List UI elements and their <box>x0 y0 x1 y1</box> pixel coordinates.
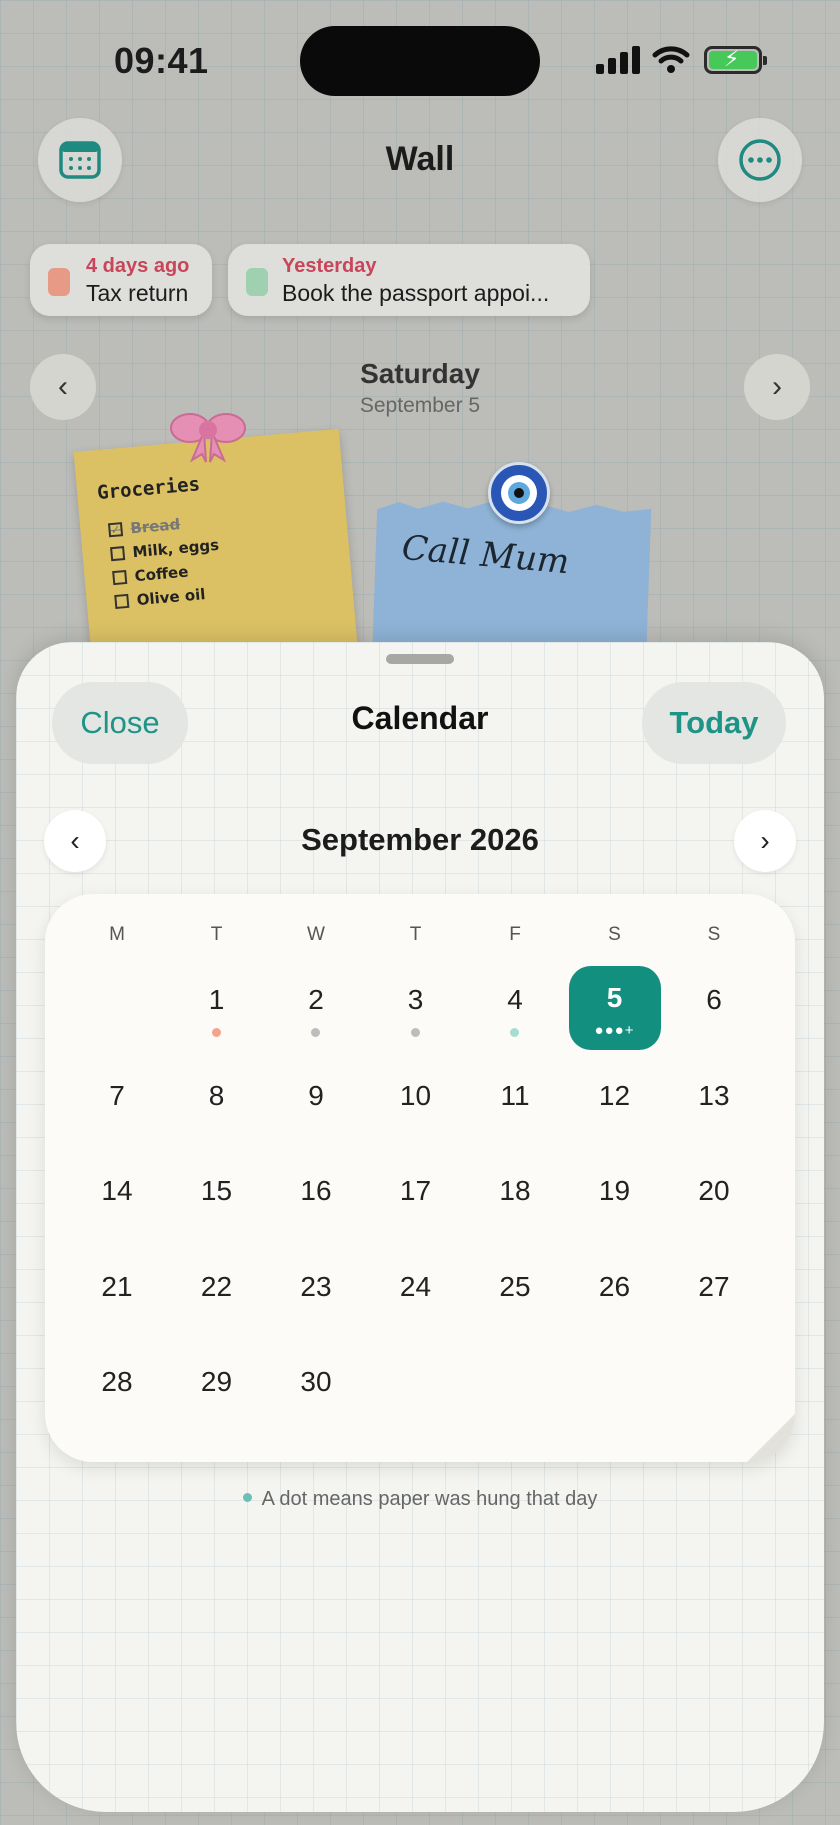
checkbox-icon <box>112 569 128 586</box>
today-button[interactable]: Today <box>642 682 786 764</box>
month-grid: M T W T F S S 1 2 3 4 5 ●●●+ 6 7 8 9 10 11 12 13 14 15 16 17 18 19… <box>45 894 795 1462</box>
day-cell[interactable]: 20 <box>664 1175 764 1207</box>
day-cell[interactable]: 26 <box>565 1271 665 1303</box>
paper-dot <box>311 1028 320 1037</box>
day-cell[interactable]: 16 <box>266 1175 366 1207</box>
status-time: 09:41 <box>114 40 209 81</box>
day-cell[interactable]: 21 <box>67 1271 167 1303</box>
day-cell[interactable]: 1 <box>167 984 267 1016</box>
day-cell[interactable]: 15 <box>167 1175 267 1207</box>
note-title: Groceries <box>96 473 201 505</box>
day-cell[interactable]: 9 <box>266 1080 366 1112</box>
reminder-text: Tax return <box>86 280 189 306</box>
reminder-chip[interactable]: Yesterday Book the passport appoi... <box>228 244 590 316</box>
day-cell[interactable]: 28 <box>67 1366 167 1398</box>
day-name: Saturday <box>360 358 480 389</box>
checked-box-icon: ✓ <box>107 522 124 538</box>
reminder-text: Book the passport appoi... <box>282 280 550 306</box>
day-cell[interactable]: 13 <box>664 1080 764 1112</box>
more-icon <box>739 139 781 181</box>
next-month-button[interactable]: › <box>734 810 796 872</box>
selected-day-cell[interactable]: 5 ●●●+ <box>568 966 661 1050</box>
entries-marker: ●●●+ <box>594 1022 635 1039</box>
cellular-signal-icon <box>596 46 640 74</box>
sheet-grabber[interactable] <box>386 654 454 664</box>
day-cell[interactable]: 3 <box>366 984 466 1016</box>
chevron-right-icon: › <box>760 825 770 856</box>
day-cell[interactable]: 4 <box>465 984 565 1016</box>
day-cell[interactable]: 30 <box>266 1366 366 1398</box>
paper-dot <box>510 1028 519 1037</box>
day-cell[interactable]: 19 <box>565 1175 665 1207</box>
reminder-when: Yesterday <box>282 255 377 277</box>
battery-icon: ⚡ <box>704 46 767 74</box>
day-cell[interactable]: 24 <box>366 1271 466 1303</box>
chevron-right-icon: › <box>772 370 782 403</box>
evil-eye-pin-icon <box>488 462 550 524</box>
day-cell[interactable]: 29 <box>167 1366 267 1398</box>
day-cell[interactable]: 6 <box>664 984 764 1016</box>
paper-dot <box>410 1028 420 1037</box>
weekday-label: T <box>210 924 223 945</box>
day-cell[interactable]: 27 <box>664 1271 764 1303</box>
weekday-label: T <box>409 924 422 945</box>
legend-dot <box>242 1493 252 1502</box>
weekday-label: S <box>608 924 621 945</box>
checkbox-icon <box>114 593 130 610</box>
day-cell[interactable]: 25 <box>465 1271 565 1303</box>
checkbox-icon <box>110 546 126 562</box>
bow-icon <box>170 413 246 463</box>
day-cell[interactable]: 14 <box>67 1175 167 1207</box>
reminder-chip[interactable]: 4 days ago Tax return <box>30 244 212 316</box>
day-cell[interactable]: 10 <box>366 1080 466 1112</box>
weekday-label: M <box>109 924 125 945</box>
next-day-button[interactable]: › <box>744 354 810 420</box>
more-button[interactable] <box>718 118 802 202</box>
legend: A dot means paper was hung that day <box>16 1488 824 1511</box>
day-number: 5 <box>606 982 623 1013</box>
day-cell[interactable]: 2 <box>266 984 366 1016</box>
legend-text: A dot means paper was hung that day <box>261 1488 598 1510</box>
day-cell[interactable]: 18 <box>465 1175 565 1207</box>
paper-dot <box>211 1028 221 1037</box>
wifi-icon <box>652 46 690 73</box>
page-title: Wall <box>385 140 455 178</box>
month-title: September 2026 <box>301 822 539 857</box>
calendar-sheet: Close Calendar Today ‹ September 2026 › … <box>16 642 824 1812</box>
day-cell[interactable]: 12 <box>565 1080 665 1112</box>
day-cell[interactable]: 17 <box>366 1175 466 1207</box>
page-curl <box>747 1414 795 1462</box>
day-cell[interactable]: 7 <box>67 1080 167 1112</box>
dynamic-island <box>300 26 540 96</box>
weekday-label: W <box>307 924 325 945</box>
note-text: Call Mum <box>400 527 571 583</box>
day-date: September 5 <box>359 394 481 417</box>
reminder-when: 4 days ago <box>86 255 190 277</box>
weekday-label: S <box>707 924 721 945</box>
color-swatch <box>246 268 268 296</box>
color-swatch <box>48 268 70 296</box>
day-cell[interactable]: 22 <box>167 1271 267 1303</box>
day-cell[interactable]: 23 <box>266 1271 366 1303</box>
day-cell[interactable]: 8 <box>167 1080 267 1112</box>
day-cell[interactable]: 11 <box>465 1080 565 1112</box>
weekday-label: F <box>509 924 521 945</box>
